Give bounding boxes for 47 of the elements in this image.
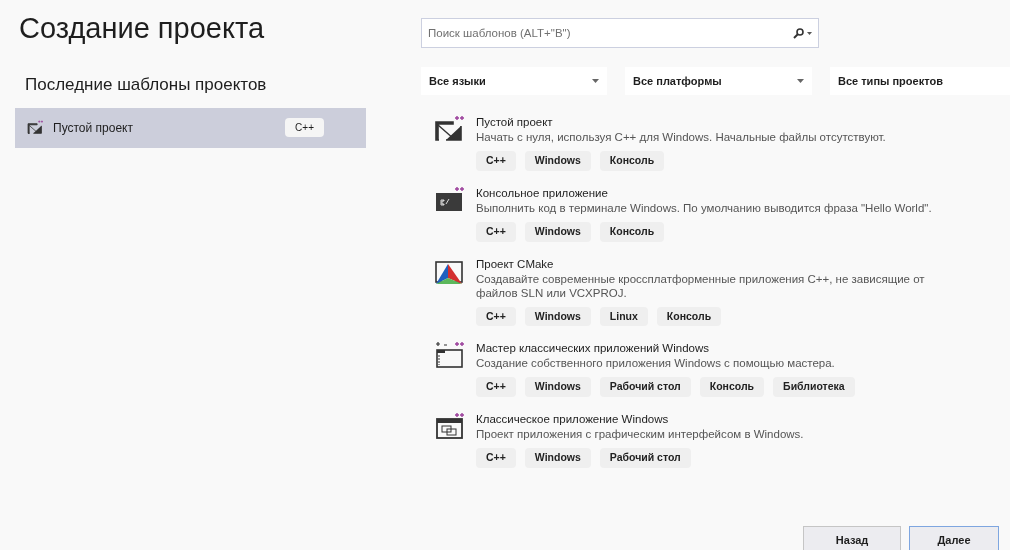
- template-tag: Консоль: [656, 306, 722, 327]
- template-tag: C++: [476, 151, 516, 171]
- page-title: Создание проекта: [19, 11, 266, 46]
- template-tag: C++: [476, 377, 516, 397]
- template-tag: Linux: [599, 306, 648, 327]
- template-name[interactable]: Пустой проект: [476, 115, 964, 130]
- template-tag: Windows: [524, 221, 591, 242]
- search-field[interactable]: Поиск шаблонов (ALT+"В"): [421, 18, 819, 48]
- template-name[interactable]: Классическое приложение Windows: [476, 412, 964, 427]
- template-tag: C++: [476, 306, 516, 327]
- template-description: Проект приложения с графическим интерфейсом в Windows.: [476, 427, 805, 441]
- filter-dropdown[interactable]: Все типы проектов: [830, 67, 1010, 95]
- section-heading: Последние шаблоны проектов: [25, 74, 268, 96]
- template-tag: Консоль: [599, 151, 665, 171]
- template-tag: Windows: [524, 151, 591, 171]
- filter-dropdown[interactable]: Все языки: [421, 67, 607, 95]
- template-name: Пустой проект: [53, 119, 134, 137]
- template-name[interactable]: Консольное приложение: [476, 185, 964, 201]
- template-tag: Windows: [524, 377, 591, 397]
- back-button[interactable]: Назад: [803, 526, 901, 550]
- filter-dropdown[interactable]: Все платформы: [625, 67, 812, 95]
- template-tag: Windows: [524, 448, 591, 468]
- filter-label: Все платформы: [633, 73, 722, 89]
- caret-icon: [797, 79, 804, 83]
- search-icon: [791, 27, 813, 39]
- template-tag: Консоль: [699, 377, 765, 397]
- template-tag: Рабочий стол: [599, 448, 691, 468]
- filter-label: Все типы проектов: [838, 73, 943, 89]
- template-tag: Библиотека: [773, 377, 855, 397]
- windows-overlap-icon: [434, 412, 464, 442]
- template-name[interactable]: Мастер классических приложений Windows: [476, 341, 964, 357]
- template-tag: Windows: [524, 306, 591, 327]
- filter-label: Все языки: [429, 73, 486, 89]
- next-button[interactable]: Далее: [909, 526, 999, 550]
- blank-window-icon: [27, 119, 43, 136]
- caret-icon: [592, 79, 599, 83]
- recent-template-item[interactable]: Пустой проект C++: [15, 107, 366, 148]
- template-description: Создавайте современные кроссплатформенные приложения C++, не зависящие от файлов SLN или VCXPROJ.: [476, 271, 926, 300]
- language-tag: C++: [285, 118, 324, 137]
- template-description: Выполнить код в терминале Windows. По умолчанию выводится фраза "Hello World".: [476, 200, 933, 215]
- template-tag: Рабочий стол: [599, 377, 691, 397]
- template-description: Начать с нуля, используя C++ для Windows. Начальные файлы отсутствуют.: [476, 130, 887, 144]
- template-tag: C++: [476, 221, 516, 242]
- template-name[interactable]: Проект CMake: [476, 256, 964, 272]
- template-tag: C++: [476, 448, 516, 468]
- template-tag: Консоль: [599, 221, 665, 242]
- template-description: Создание собственного приложения Windows с помощью мастера.: [476, 356, 836, 371]
